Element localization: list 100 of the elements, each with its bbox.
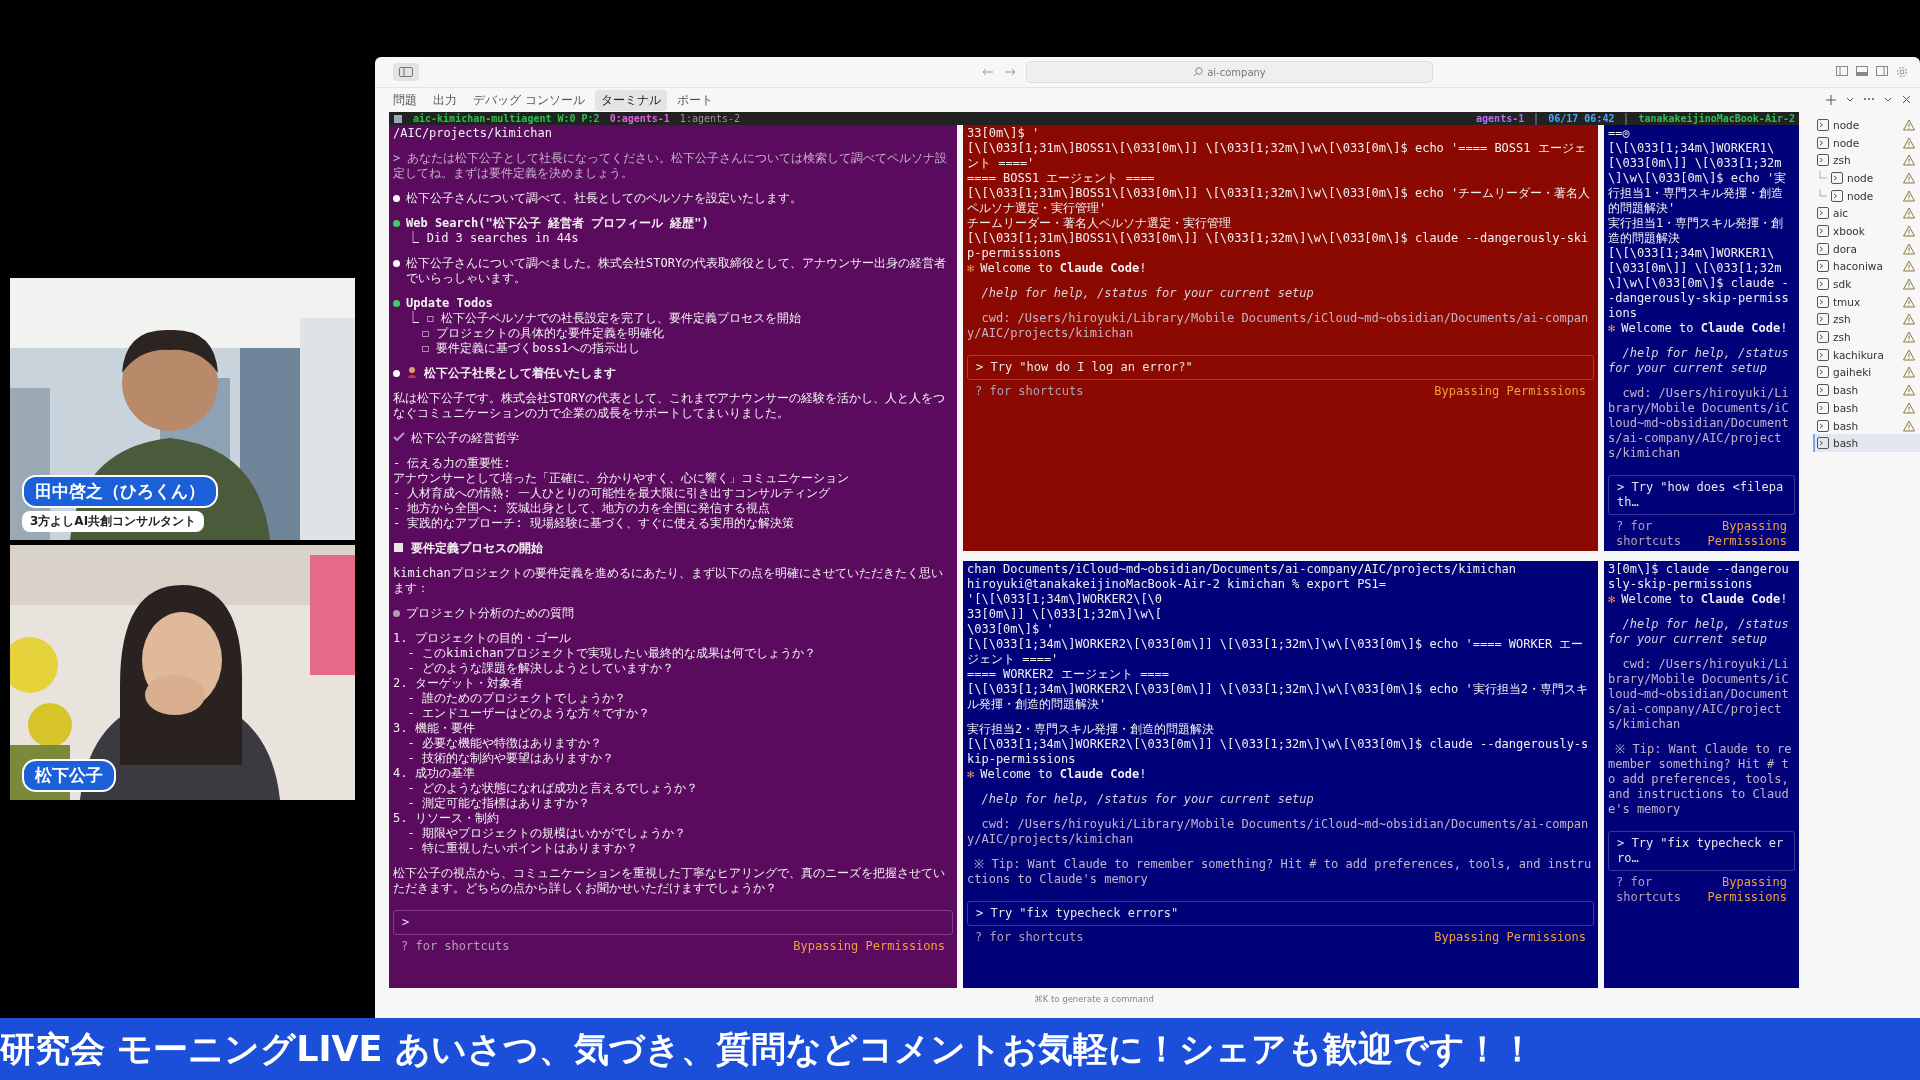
terminal-line: \033[0m\]$ '	[967, 622, 1054, 637]
terminal-line: Welcome to Claude Code!	[1621, 321, 1788, 336]
terminal-line: /AIC/projects/kimichan	[393, 126, 552, 141]
terminal-tab[interactable]: zsh	[1813, 310, 1920, 329]
bullet-icon	[393, 260, 400, 267]
terminal-tab[interactable]: aic	[1813, 204, 1920, 223]
terminal-line: 松下公子さんについて調べて、社長としてのペルソナを設定いたします。	[406, 191, 802, 206]
terminal-tab[interactable]: kachikura	[1813, 345, 1920, 364]
layout-icon[interactable]	[1876, 66, 1888, 76]
terminal-tab[interactable]: xbook	[1813, 222, 1920, 240]
terminal-line: ==== BOSS1 エージェント ====	[967, 171, 1155, 186]
settings-icon[interactable]	[1896, 66, 1908, 78]
terminal-line: kimichanプロジェクトの要件定義を進めるにあたり、まず以下の点を明確にさせていただきたく思います：	[393, 566, 944, 596]
terminal-icon	[1817, 313, 1829, 326]
command-hint: ⌘K to generate a command	[1033, 993, 1155, 1004]
back-arrow-icon[interactable]	[982, 67, 994, 77]
permission-mode: Bypassing Permissions	[1706, 519, 1787, 549]
terminal-icon	[1817, 154, 1829, 167]
prompt-input[interactable]: > Try "fix typecheck erro…	[1608, 831, 1795, 871]
terminal-line: cwd: /Users/hiroyuki/Library/Mobile Documents/iCloud~md~obsidian/Documents/ai-company/AIC/projects/kimichan	[1608, 657, 1790, 732]
terminal-line: 松下公子の視点から、コミュニケーションを重視した丁寧なヒアリングで、真のニーズを把握させていただきます。どちらの点から詳しくお聞かせいただけますでしょうか？	[393, 866, 946, 896]
layout-icon[interactable]	[1856, 66, 1868, 76]
shortcuts-hint: ? for shortcuts	[975, 384, 1084, 399]
sidebar-toggle-button[interactable]	[393, 63, 419, 81]
terminal-line: 33[0m\]] \[\033[1;32m\]\w\[	[967, 607, 1163, 622]
terminal-line: [\[\033[1;34m\]WORKER2\[\033[0m\]] \[\033[1;32m\]\w\[\033[0m\]$ claude --dangerously-skip-permissions	[967, 737, 1590, 767]
prompt-input[interactable]: >	[393, 910, 953, 935]
terminal-line: [\[\033[1;34m\]WORKER2\[\033[0m\]] \[\033[1;32m\]\w\[\033[0m\]$ echo '==== WORKER エージェント ===='	[967, 637, 1585, 667]
panel-tab[interactable]: 出力	[427, 89, 463, 111]
bullet-icon	[393, 300, 400, 307]
terminal-line: チームリーダー・著名人ペルソナ選定・実行管理	[967, 216, 1231, 231]
terminal-icon	[1817, 278, 1829, 291]
terminal-tab[interactable]: tmux	[1813, 292, 1920, 311]
check-icon	[393, 431, 405, 443]
terminal-tab[interactable]: sdk	[1813, 275, 1920, 293]
terminal-line: アナウンサーとして培った「正確に、分かりやすく、心に響く」コミュニケーション	[393, 471, 849, 486]
status-text: 06/17 06:42	[1548, 112, 1615, 125]
terminal-icon	[1817, 348, 1829, 361]
terminal-line: /help for help, /status for your current setup	[1608, 346, 1790, 376]
terminal-line: [\[\033[1;34m\]WORKER1\[\033[0m\]] \[\033[1;32m\]\w\[\033[0m\]$ claude --dangerously-skip-permissions	[1608, 246, 1790, 321]
terminal-tab[interactable]: dora	[1813, 239, 1920, 258]
name-label: 松下公子	[22, 759, 116, 792]
prompt-input[interactable]: > Try "fix typecheck errors"	[967, 901, 1594, 926]
terminal-tab[interactable]: bash	[1813, 434, 1920, 453]
terminal-line: 松下公子さんについて調べました。株式会社STORYの代表取締役として、アナウンサー出身の経営者でいらっしゃいます。	[406, 256, 948, 286]
terminal-line: Welcome to Claude Code!	[1621, 592, 1788, 607]
bullet-icon	[393, 610, 400, 617]
prompt-input[interactable]: > Try "how does <filepath…	[1608, 475, 1795, 515]
terminal-tab[interactable]: node	[1813, 169, 1920, 187]
terminal-icon	[1817, 118, 1829, 131]
status-text: tanakakeijinoMacBook-Air-2	[1638, 112, 1795, 125]
terminal-line: 5. リソース・制約	[393, 811, 499, 826]
tmux-window[interactable]: 1:agents-2	[679, 112, 741, 125]
terminal-line: - 測定可能な指標はありますか？	[406, 796, 590, 811]
panel-tab[interactable]: 問題	[387, 89, 423, 111]
close-icon[interactable]	[1901, 94, 1912, 105]
terminal-line: Welcome to Claude Code!	[980, 767, 1147, 782]
terminal-line: cwd: /Users/hiroyuki/Library/Mobile Documents/iCloud~md~obsidian/Documents/ai-company/AIC/projects/kimichan	[967, 817, 1590, 847]
terminal-line: Update Todos	[406, 296, 493, 311]
terminal-line: [\[\033[1;31m\]BOSS1\[\033[0m\]] \[\033[1;32m\]\w\[\033[0m\]$ claude --dangerously-skip-permissions	[967, 231, 1590, 261]
forward-arrow-icon[interactable]	[1004, 67, 1016, 77]
terminal-line: /help for help, /status for your current setup	[980, 792, 1314, 807]
prompt-input[interactable]: > Try "how do I log an error?"	[967, 355, 1594, 380]
layout-icon[interactable]	[1836, 66, 1848, 76]
terminal-tab[interactable]: gaiheki	[1813, 363, 1920, 382]
terminal-tab[interactable]: zsh	[1813, 328, 1920, 346]
terminal-tab[interactable]: bash	[1813, 416, 1920, 435]
terminal-line: - 人材育成への情熱: 一人ひとりの可能性を最大限に引き出すコンサルティング	[393, 486, 830, 501]
title-label: 3方よしAI共創コンサルタント	[22, 511, 205, 532]
terminal-tab[interactable]: node	[1813, 186, 1920, 205]
terminal-line: cwd: /Users/hiroyuki/Library/Mobile Documents/iCloud~md~obsidian/Documents/ai-company/AIC/projects/kimichan	[967, 311, 1590, 341]
terminal-line: 3[0m\]$ claude --dangerously-skip-permissions	[1608, 562, 1790, 592]
terminal-icon	[1831, 171, 1843, 184]
person-icon	[406, 366, 418, 378]
terminal-line: /help for help, /status for your current setup	[980, 286, 1314, 301]
terminal-line: ==◎	[1608, 126, 1630, 141]
terminal-line: 1. プロジェクトの目的・ゴール	[393, 631, 571, 646]
add-icon[interactable]	[1825, 94, 1837, 106]
terminal-line: - どのような課題を解決しようとしていますか？	[406, 661, 674, 676]
terminal-line: cwd: /Users/hiroyuki/Library/Mobile Documents/iCloud~md~obsidian/Documents/ai-company/AIC/projects/kimichan	[1608, 386, 1790, 461]
terminal-line: - 期限やプロジェクトの規模はいかがでしょうか？	[406, 826, 686, 841]
terminal-tab[interactable]: haconiwa	[1813, 257, 1920, 276]
terminal-tab[interactable]: node	[1813, 116, 1920, 134]
terminal-icon	[1817, 437, 1829, 450]
panel-tab[interactable]: デバッグ コンソール	[467, 89, 591, 111]
bullet-icon	[393, 220, 400, 227]
terminal-tab[interactable]: bash	[1813, 381, 1920, 399]
terminal-tab[interactable]: bash	[1813, 399, 1920, 417]
panel-tab[interactable]: ポート	[670, 89, 719, 111]
terminal-line: > あなたは松下公子として社長になってください。松下公子さんについては検索して調べてペルソナ設定してね。まずは要件定義を決めましょう。	[393, 151, 949, 181]
panel-tab[interactable]: ターミナル	[594, 89, 667, 111]
command-center[interactable]: ai-company	[1026, 61, 1433, 83]
terminal-tab[interactable]: node	[1813, 133, 1920, 152]
tmux-window[interactable]: 0:agents-1	[609, 112, 670, 125]
terminal-icon	[1817, 331, 1829, 344]
terminal-icon	[1817, 384, 1829, 397]
terminal-tab[interactable]: zsh	[1813, 151, 1920, 170]
terminal-line: chan Documents/iCloud~md~obsidian/Documents/ai-company/AIC/projects/kimichan	[967, 562, 1517, 577]
terminal-line: /help for help, /status for your current setup	[1608, 617, 1790, 647]
terminal-line: - エンドユーザーはどのような方々ですか？	[406, 706, 650, 721]
